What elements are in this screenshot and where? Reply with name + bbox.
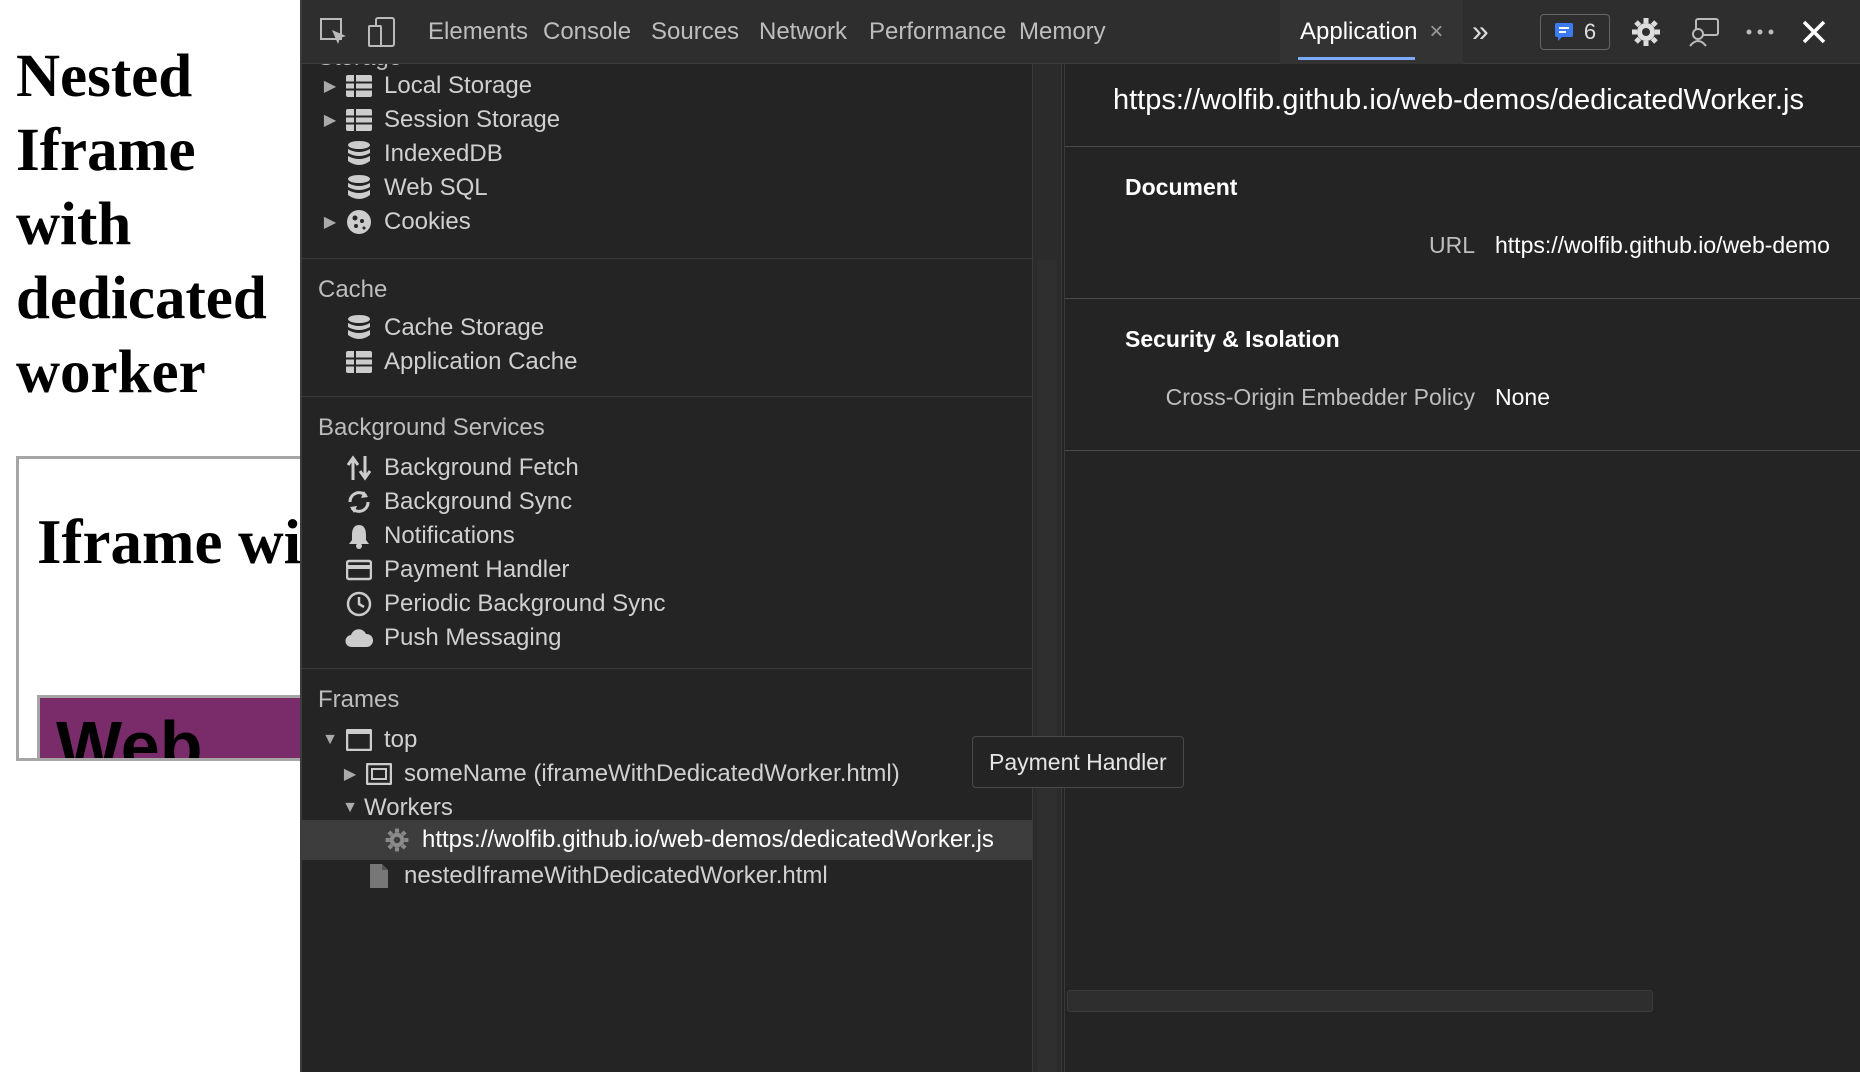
feedback-icon[interactable]: [1686, 14, 1722, 50]
tab-memory[interactable]: Memory: [1019, 0, 1106, 64]
bell-icon: [344, 521, 374, 551]
grid-icon: [344, 71, 374, 101]
document-section-title: Document: [1125, 174, 1238, 200]
database-icon: [344, 313, 374, 343]
background-services-section-title: Background Services: [318, 414, 545, 441]
tab-application-label: Application: [1300, 18, 1418, 45]
section-divider: [302, 668, 1032, 669]
tab-application[interactable]: Application ×: [1280, 0, 1464, 64]
grid-icon: [344, 347, 374, 377]
section-divider: [302, 258, 1032, 259]
sidebar-item-cookies[interactable]: ▶ Cookies: [316, 202, 471, 242]
frames-section-title: Frames: [318, 686, 400, 713]
close-tab-icon[interactable]: ×: [1429, 18, 1443, 45]
sync-icon: [344, 487, 374, 517]
sidebar-item-label: Notifications: [384, 522, 515, 549]
issues-button[interactable]: 6: [1540, 14, 1610, 50]
collapse-arrow-icon[interactable]: ▼: [316, 731, 344, 749]
worker-details-pane: https://wolfib.github.io/web-demos/dedic…: [1064, 64, 1860, 1072]
device-toolbar-icon[interactable]: [364, 14, 400, 50]
more-options-icon[interactable]: [1742, 14, 1778, 50]
sidebar-item-application-cache[interactable]: Application Cache: [344, 342, 577, 382]
sidebar-item-label: someName (iframeWithDedicatedWorker.html…: [404, 760, 900, 787]
database-icon: [344, 139, 374, 169]
cloud-icon: [344, 623, 374, 653]
frame-worker-item[interactable]: https://wolfib.github.io/web-demos/dedic…: [302, 820, 1032, 860]
url-value: https://wolfib.github.io/web-demo: [1495, 232, 1830, 258]
tab-performance[interactable]: Performance: [869, 0, 1006, 64]
page-heading: Nested Iframe with dedicated worker: [16, 43, 267, 406]
sidebar-scrollbar-thumb[interactable]: [1037, 260, 1057, 1072]
sidebar-item-label: Cookies: [384, 208, 471, 235]
sidebar-item-label: Session Storage: [384, 106, 561, 133]
section-divider: [302, 396, 1032, 397]
inspected-page: Nested Iframe with dedicated worker Ifra…: [0, 0, 300, 1072]
tab-console[interactable]: Console: [543, 0, 631, 64]
security-section-title: Security & Isolation: [1125, 326, 1340, 352]
issues-count: 6: [1583, 19, 1597, 44]
tab-network[interactable]: Network: [759, 0, 847, 64]
iframe-heading: Iframe with dedicated: [37, 507, 300, 577]
iframe-frame: Iframe with dedicated Web: [16, 456, 300, 761]
sidebar-item-label: https://wolfib.github.io/web-demos/dedic…: [422, 826, 994, 853]
devtools-toolbar: Elements Console Sources Network Perform…: [302, 0, 1860, 64]
tab-elements[interactable]: Elements: [428, 0, 528, 64]
horizontal-scrollbar-thumb[interactable]: [1067, 990, 1653, 1012]
tooltip: Payment Handler: [972, 736, 1184, 788]
up-down-arrows-icon: [344, 453, 374, 483]
close-devtools-icon[interactable]: [1796, 14, 1832, 50]
card-icon: [344, 555, 374, 585]
issues-icon: [1554, 23, 1573, 41]
sidebar-item-label: top: [384, 726, 418, 753]
sidebar-item-label: nestedIframeWithDedicatedWorker.html: [404, 862, 828, 889]
sidebar-item-label: Local Storage: [384, 72, 533, 99]
sidebar-item-label: Background Sync: [384, 488, 573, 515]
sidebar-item-label: Payment Handler: [384, 556, 570, 583]
pane-divider: [1065, 298, 1860, 299]
horizontal-scrollbar[interactable]: [1065, 988, 1860, 1016]
clock-icon: [344, 589, 374, 619]
sidebar-item-label: Background Fetch: [384, 454, 579, 481]
cookie-icon: [344, 207, 374, 237]
coep-label: Cross-Origin Embedder Policy: [1165, 384, 1475, 410]
pane-divider: [1065, 450, 1860, 451]
url-label: URL: [1428, 232, 1475, 258]
iframe-icon: [364, 759, 394, 789]
frame-document[interactable]: nestedIframeWithDedicatedWorker.html: [364, 856, 828, 896]
cache-section-title: Cache: [318, 276, 388, 303]
sidebar-item-label: Periodic Background Sync: [384, 590, 666, 617]
expand-arrow-icon[interactable]: ▶: [316, 76, 344, 96]
nested-iframe-text: Web: [56, 707, 203, 761]
expand-arrow-icon[interactable]: ▶: [316, 110, 344, 130]
pane-divider: [1065, 146, 1860, 147]
collapse-arrow-icon[interactable]: ▼: [336, 799, 364, 817]
document-icon: [364, 861, 394, 891]
expand-arrow-icon[interactable]: ▶: [316, 212, 344, 232]
window-frame-icon: [344, 725, 374, 755]
sidebar-scrollbar[interactable]: [1032, 64, 1062, 1072]
sidebar-item-label: Push Messaging: [384, 624, 562, 651]
gear-icon: [382, 825, 412, 855]
sidebar-item-label: Workers: [364, 794, 453, 821]
inspect-element-icon[interactable]: [316, 14, 352, 50]
tab-sources[interactable]: Sources: [651, 0, 739, 64]
expand-arrow-icon[interactable]: ▶: [336, 764, 364, 784]
sidebar-item-label: Web SQL: [384, 174, 488, 201]
grid-icon: [344, 105, 374, 135]
sidebar-item-push-messaging[interactable]: Push Messaging: [344, 618, 561, 658]
coep-value: None: [1495, 384, 1550, 410]
application-sidebar: Storage ▶ Local Storage ▶ Session Storag…: [302, 64, 1032, 1072]
database-icon: [344, 173, 374, 203]
gear-icon[interactable]: [1628, 14, 1664, 50]
sidebar-item-label: Application Cache: [384, 348, 578, 375]
sidebar-item-label: IndexedDB: [384, 140, 503, 167]
devtools-panel: Elements Console Sources Network Perform…: [300, 0, 1860, 1072]
active-tab-indicator: [1298, 57, 1416, 60]
more-tabs-icon[interactable]: »: [1472, 0, 1489, 64]
sidebar-item-label: Cache Storage: [384, 314, 545, 341]
worker-title-url: https://wolfib.github.io/web-demos/dedic…: [1113, 84, 1804, 116]
nested-iframe-frame: Web: [37, 695, 300, 761]
